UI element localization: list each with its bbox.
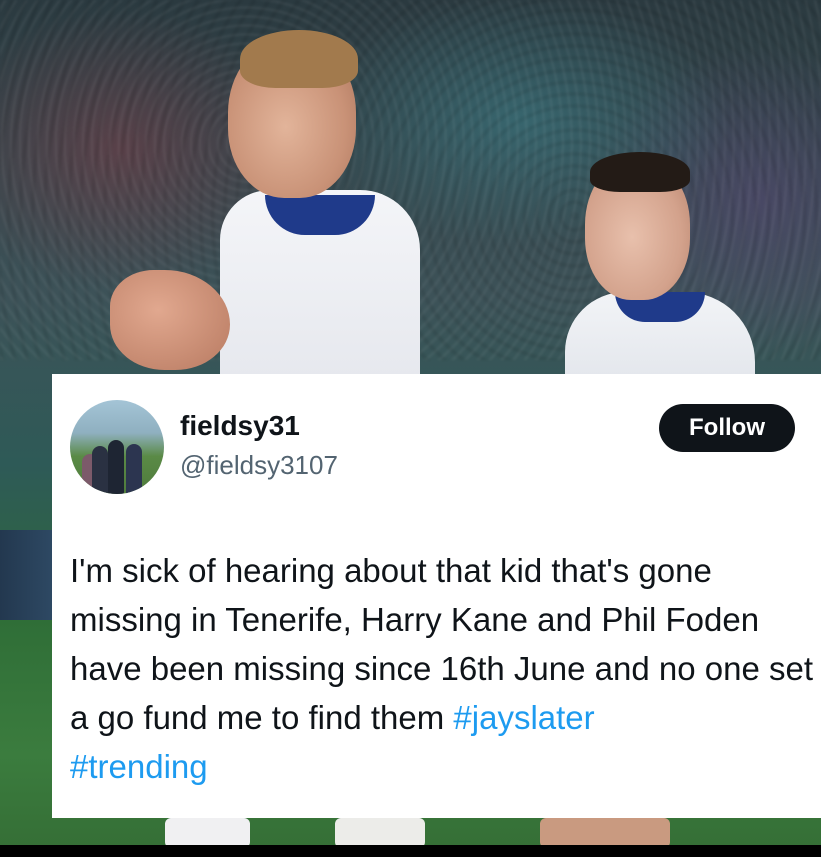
tweet-text: I'm sick of hearing about that kid that'… — [70, 546, 815, 791]
player-right-hair — [590, 152, 690, 192]
player-left-sock-2 — [335, 818, 425, 845]
advertising-board — [0, 530, 60, 620]
hashtag-link[interactable]: #trending — [70, 748, 208, 785]
player-left-hair — [240, 30, 358, 88]
hashtag-link[interactable]: #jayslater — [453, 699, 594, 736]
user-handle[interactable]: @fieldsy3107 — [180, 450, 338, 481]
avatar-figure — [92, 446, 108, 494]
avatar-figure — [108, 440, 124, 494]
tweet-body: I'm sick of hearing about that kid that'… — [70, 552, 814, 736]
tweet-card: fieldsy31 @fieldsy3107 Follow I'm sick o… — [52, 374, 821, 818]
avatar[interactable] — [70, 400, 164, 494]
follow-button[interactable]: Follow — [659, 404, 795, 452]
bottom-bar — [0, 845, 821, 857]
player-right-legs — [540, 818, 670, 845]
player-left-sock — [165, 818, 250, 845]
username[interactable]: fieldsy31 — [180, 410, 300, 442]
avatar-figure — [126, 444, 142, 494]
